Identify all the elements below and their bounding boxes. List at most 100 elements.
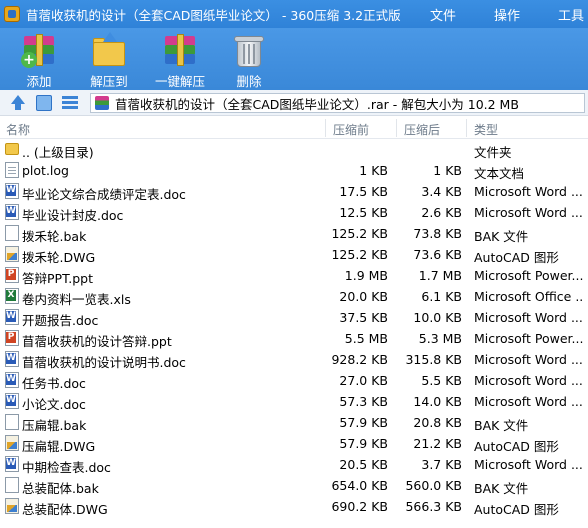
file-size: 690.2 KB [331, 499, 388, 514]
autocad-dwg-icon [5, 246, 19, 262]
file-name: 毕业论文综合成绩评定表.doc [22, 187, 186, 202]
file-type: Microsoft Word ... [474, 205, 583, 220]
file-name: 开题报告.doc [22, 313, 99, 328]
file-name: 压扁辊.bak [22, 418, 87, 433]
file-type: BAK 文件 [474, 229, 529, 244]
file-row[interactable]: plot.log 1 KB 1 KB 文本文档 [0, 160, 588, 181]
file-name: 苜蓿收获机的设计说明书.doc [22, 355, 186, 370]
column-type[interactable]: 类型 [474, 121, 498, 138]
column-divider[interactable] [325, 119, 326, 137]
word-doc-icon [5, 372, 19, 388]
file-packed-size: 14.0 KB [413, 394, 462, 409]
path-field[interactable]: 苜蓿收获机的设计（全套CAD图纸毕业论文）.rar - 解包大小为 10.2 M… [90, 93, 585, 113]
toolbar: + 添加 解压到 一键解压 删除 [0, 28, 588, 90]
window-title: 苜蓿收获机的设计（全套CAD图纸毕业论文） - 360压缩 3.2正式版 [26, 7, 401, 23]
menu-bar: 文件 操作 工具 [430, 0, 588, 28]
file-type: BAK 文件 [474, 418, 529, 433]
file-name: 拨禾轮.DWG [22, 250, 96, 265]
file-size: 57.9 KB [339, 436, 388, 451]
column-packed[interactable]: 压缩后 [404, 121, 440, 138]
file-size: 5.5 MB [344, 331, 388, 346]
file-name: 毕业设计封皮.doc [22, 208, 124, 223]
extract-to-label: 解压到 [90, 74, 128, 89]
column-divider[interactable] [396, 119, 397, 137]
file-row[interactable]: 小论文.doc 57.3 KB 14.0 KB Microsoft Word ... [0, 391, 588, 412]
file-row[interactable]: 压扁辊.bak 57.9 KB 20.8 KB BAK 文件 [0, 412, 588, 433]
menu-operate[interactable]: 操作 [494, 5, 520, 24]
word-doc-icon [5, 309, 19, 325]
file-row[interactable]: 毕业论文综合成绩评定表.doc 17.5 KB 3.4 KB Microsoft Wo… [0, 181, 588, 202]
file-type: Microsoft Word ... [474, 394, 583, 409]
file-type: Microsoft Word ... [474, 352, 583, 367]
text-file-icon [5, 162, 19, 178]
file-row[interactable]: 中期检查表.doc 20.5 KB 3.7 KB Microsoft Word ... [0, 454, 588, 475]
extract-to-folder-icon [91, 32, 127, 66]
file-packed-size: 5.3 MB [418, 331, 462, 346]
delete-label: 删除 [236, 74, 262, 89]
file-type: BAK 文件 [474, 481, 529, 496]
up-level-icon[interactable] [10, 95, 26, 111]
file-size: 20.0 KB [339, 289, 388, 304]
rar-archive-icon [95, 96, 109, 110]
one-click-extract-button[interactable]: 一键解压 [152, 28, 208, 90]
file-name: 总装配体.bak [22, 481, 99, 496]
app-logo-icon [4, 6, 20, 22]
file-row[interactable]: 毕业设计封皮.doc 12.5 KB 2.6 KB Microsoft Word ..… [0, 202, 588, 223]
file-row[interactable]: 苜蓿收获机的设计说明书.doc 928.2 KB 315.8 KB Microsoft… [0, 349, 588, 370]
file-row[interactable]: 任务书.doc 27.0 KB 5.5 KB Microsoft Word ... [0, 370, 588, 391]
autocad-dwg-icon [5, 498, 19, 514]
file-size: 37.5 KB [339, 310, 388, 325]
file-name: .. (上级目录) [22, 145, 94, 160]
word-doc-icon [5, 351, 19, 367]
file-row[interactable]: 答辩PPT.ppt 1.9 MB 1.7 MB Microsoft Power... [0, 265, 588, 286]
address-bar: 苜蓿收获机的设计（全套CAD图纸毕业论文）.rar - 解包大小为 10.2 M… [0, 90, 588, 116]
file-row[interactable]: 拨禾轮.bak 125.2 KB 73.8 KB BAK 文件 [0, 223, 588, 244]
file-type: Microsoft Word ... [474, 373, 583, 388]
menu-file[interactable]: 文件 [430, 5, 456, 24]
file-row[interactable]: 拨禾轮.DWG 125.2 KB 73.6 KB AutoCAD 图形 [0, 244, 588, 265]
column-name[interactable]: 名称 [6, 121, 30, 138]
column-divider[interactable] [466, 119, 467, 137]
file-row[interactable]: 苜蓿收获机的设计答辩.ppt 5.5 MB 5.3 MB Microsoft Powe… [0, 328, 588, 349]
file-packed-size: 315.8 KB [405, 352, 462, 367]
column-size[interactable]: 压缩前 [333, 121, 369, 138]
file-size: 20.5 KB [339, 457, 388, 472]
add-label: 添加 [26, 74, 52, 89]
file-row[interactable]: 开题报告.doc 37.5 KB 10.0 KB Microsoft Word ... [0, 307, 588, 328]
file-size: 57.9 KB [339, 415, 388, 430]
file-type: 文本文档 [474, 166, 525, 181]
file-row[interactable]: 总装配体.bak 654.0 KB 560.0 KB BAK 文件 [0, 475, 588, 496]
file-name: 小论文.doc [22, 397, 86, 412]
large-icon-view-icon[interactable] [36, 95, 52, 111]
bak-file-icon [5, 477, 19, 493]
one-click-extract-label: 一键解压 [154, 74, 205, 89]
file-packed-size: 1 KB [433, 163, 462, 178]
file-row[interactable]: 压扁辊.DWG 57.9 KB 21.2 KB AutoCAD 图形 [0, 433, 588, 454]
file-row[interactable]: .. (上级目录) 文件夹 [0, 139, 588, 160]
file-name: 任务书.doc [22, 376, 86, 391]
file-name: 总装配体.DWG [22, 502, 108, 517]
delete-button[interactable]: 删除 [228, 28, 270, 90]
powerpoint-icon [5, 267, 19, 283]
file-type: AutoCAD 图形 [474, 250, 559, 265]
file-row[interactable]: 卷内资料一览表.xls 20.0 KB 6.1 KB Microsoft Office… [0, 286, 588, 307]
file-size: 928.2 KB [331, 352, 388, 367]
file-row[interactable]: 总装配体.DWG 690.2 KB 566.3 KB AutoCAD 图形 [0, 496, 588, 517]
file-size: 17.5 KB [339, 184, 388, 199]
add-button[interactable]: + 添加 [18, 28, 60, 90]
file-type: Microsoft Word ... [474, 457, 583, 472]
bak-file-icon [5, 225, 19, 241]
file-size: 125.2 KB [331, 226, 388, 241]
list-view-icon[interactable] [62, 95, 78, 111]
file-size: 57.3 KB [339, 394, 388, 409]
menu-tools[interactable]: 工具 [558, 5, 584, 24]
word-doc-icon [5, 183, 19, 199]
powerpoint-icon [5, 330, 19, 346]
file-size: 12.5 KB [339, 205, 388, 220]
file-name: 卷内资料一览表.xls [22, 292, 131, 307]
file-packed-size: 566.3 KB [405, 499, 462, 514]
file-packed-size: 20.8 KB [413, 415, 462, 430]
word-doc-icon [5, 393, 19, 409]
extract-to-button[interactable]: 解压到 [88, 28, 130, 90]
file-type: Microsoft Power... [474, 331, 584, 346]
